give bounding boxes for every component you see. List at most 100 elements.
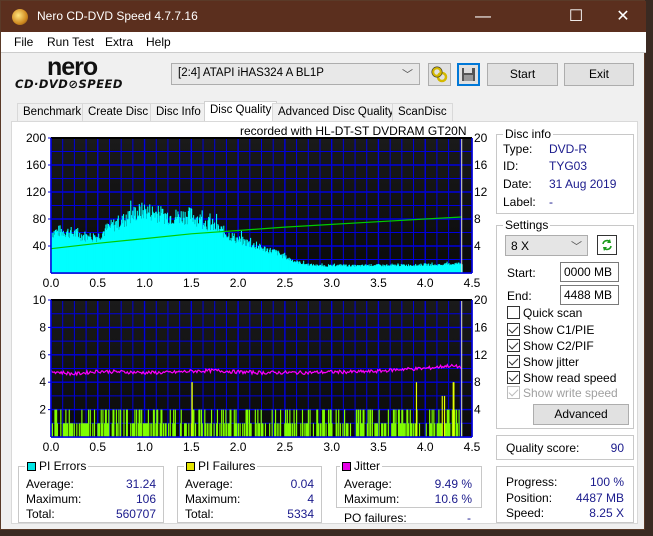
show-jitter-checkbox[interactable] <box>507 355 520 368</box>
pi-failures-bar <box>118 409 120 437</box>
pi-failures-bar <box>338 409 340 437</box>
disc-date-label: Date: <box>503 177 532 191</box>
end-input[interactable]: 4488 MB <box>560 285 619 305</box>
pi-failures-bar <box>98 423 101 437</box>
pi-failures-bar <box>194 423 197 437</box>
speed-label: Speed: <box>506 506 545 520</box>
x-tick-label: 4.0 <box>417 276 434 290</box>
pi-failures-bar <box>147 409 149 437</box>
jitter-swatch <box>342 462 351 471</box>
pi-failures-bar <box>149 423 151 437</box>
pi-failures-bar <box>89 409 91 437</box>
speed-select-value: 8 X <box>511 239 530 253</box>
pi-failures-bar <box>425 423 427 437</box>
pi-errors-total-label: Total: <box>26 507 55 521</box>
pi-failures-maximum-label: Maximum: <box>185 492 241 506</box>
pi-failures-bar <box>276 423 278 437</box>
pi-failures-bar <box>93 409 96 437</box>
show-c1-pie-checkbox[interactable] <box>507 323 520 336</box>
pi-failures-bar <box>323 409 325 437</box>
disc-info-title: Disc info <box>503 127 554 141</box>
x-tick-label: 3.5 <box>370 276 387 290</box>
pi-failures-bar <box>226 423 228 437</box>
show-c2-pif-checkbox[interactable] <box>507 339 520 352</box>
pi-failures-bar <box>243 423 245 437</box>
disc-type-value: DVD-R <box>549 142 587 156</box>
x-tick-label: 0.5 <box>89 276 106 290</box>
pi-failures-bar <box>269 423 271 437</box>
jitter-average: 9.49 % <box>434 477 472 491</box>
pi-failures-bar <box>274 409 277 437</box>
pi-failures-bar <box>358 409 360 437</box>
chevron-down-icon: ﹀ <box>571 241 582 253</box>
position-label: Position: <box>506 491 553 505</box>
pi-failures-bar <box>336 423 338 437</box>
pi-errors-group: PI Errors Average: 31.24 Maximum: 106 To… <box>18 459 164 523</box>
pi-failures-bar <box>347 423 349 437</box>
settings-group: Settings 8 X ﹀ Start: 0000 MB End: 4488 … <box>496 218 634 429</box>
pi-failures-peak-bar <box>443 395 446 437</box>
pi-failures-bar <box>258 423 261 437</box>
pi-failures-bar <box>151 423 153 437</box>
progress-value: 100 % <box>589 475 624 489</box>
x-tick-label: 1.5 <box>183 440 200 454</box>
show-c1-pie-label: Show C1/PIE <box>523 323 595 337</box>
pi-failures-bar <box>255 423 257 437</box>
quick-scan-checkbox[interactable] <box>507 306 520 319</box>
pi-failures-bar <box>213 423 215 437</box>
y-tick-label-right: 8 <box>474 375 481 389</box>
pi-errors-legend: PI Errors <box>25 459 89 473</box>
pi-failures-bar <box>206 423 208 437</box>
start-input[interactable]: 0000 MB <box>560 262 619 282</box>
pi-failures-bar <box>113 409 115 437</box>
x-tick-label: 3.5 <box>370 440 387 454</box>
pi-failures-bar <box>300 423 302 437</box>
y-tick-label-right: 16 <box>474 320 488 334</box>
pi-failures-bar <box>120 409 122 437</box>
pi-failures-bar <box>294 423 296 437</box>
show-c2-pif-label: Show C2/PIF <box>523 339 594 353</box>
pi-failures-bar <box>199 409 201 437</box>
pi-failures-bar <box>387 409 389 437</box>
jitter-average-label: Average: <box>344 477 392 491</box>
pi-failures-peak-bar <box>453 382 455 437</box>
pi-failures-bar <box>123 409 125 437</box>
pi-failures-bar <box>342 423 344 437</box>
pi-failures-bar <box>141 409 143 437</box>
pi-failures-bar <box>441 395 443 437</box>
pi-failures-bar <box>449 423 451 437</box>
pi-failures-bar <box>56 423 59 437</box>
pi-failures-bar <box>157 409 159 437</box>
pi-errors-average-label: Average: <box>26 477 74 491</box>
show-write-speed-checkbox <box>507 386 520 399</box>
pi-failures-bar <box>161 409 163 437</box>
show-read-speed-checkbox[interactable] <box>507 371 520 384</box>
speed-select[interactable]: 8 X ﹀ <box>505 235 588 256</box>
pi-failures-bar <box>376 423 378 437</box>
pi-failures-average: 0.04 <box>290 477 314 491</box>
y-tick-label-left: 120 <box>26 185 46 199</box>
pi-failures-bar <box>169 409 171 437</box>
pi-failures-bar <box>278 423 280 437</box>
pi-failures-bar <box>78 423 80 437</box>
x-tick-label: 1.0 <box>136 276 153 290</box>
pi-failures-bar <box>431 409 433 437</box>
pi-failures-bar <box>250 423 252 437</box>
pi-failures-total-label: Total: <box>185 507 214 521</box>
pi-failures-peak-bar <box>191 382 193 437</box>
y-tick-label-left: 40 <box>33 239 47 253</box>
pi-errors-maximum-label: Maximum: <box>26 492 82 506</box>
advanced-button[interactable]: Advanced <box>533 404 629 425</box>
refresh-speed-button[interactable] <box>597 235 617 255</box>
pi-failures-bar <box>349 423 352 437</box>
pi-failures-bar <box>411 423 413 437</box>
pi-failures-group: PI Failures Average: 0.04 Maximum: 4 Tot… <box>177 459 322 523</box>
x-tick-label: 2.0 <box>230 276 247 290</box>
jitter-maximum: 10.6 % <box>434 492 472 506</box>
pi-failures-bar <box>385 423 387 437</box>
y-tick-label-right: 8 <box>474 212 481 226</box>
pi-failures-bar <box>73 423 75 437</box>
x-tick-label: 4.0 <box>417 440 434 454</box>
pi-failures-bar <box>216 409 219 437</box>
y-tick-label-right: 4 <box>474 239 481 253</box>
